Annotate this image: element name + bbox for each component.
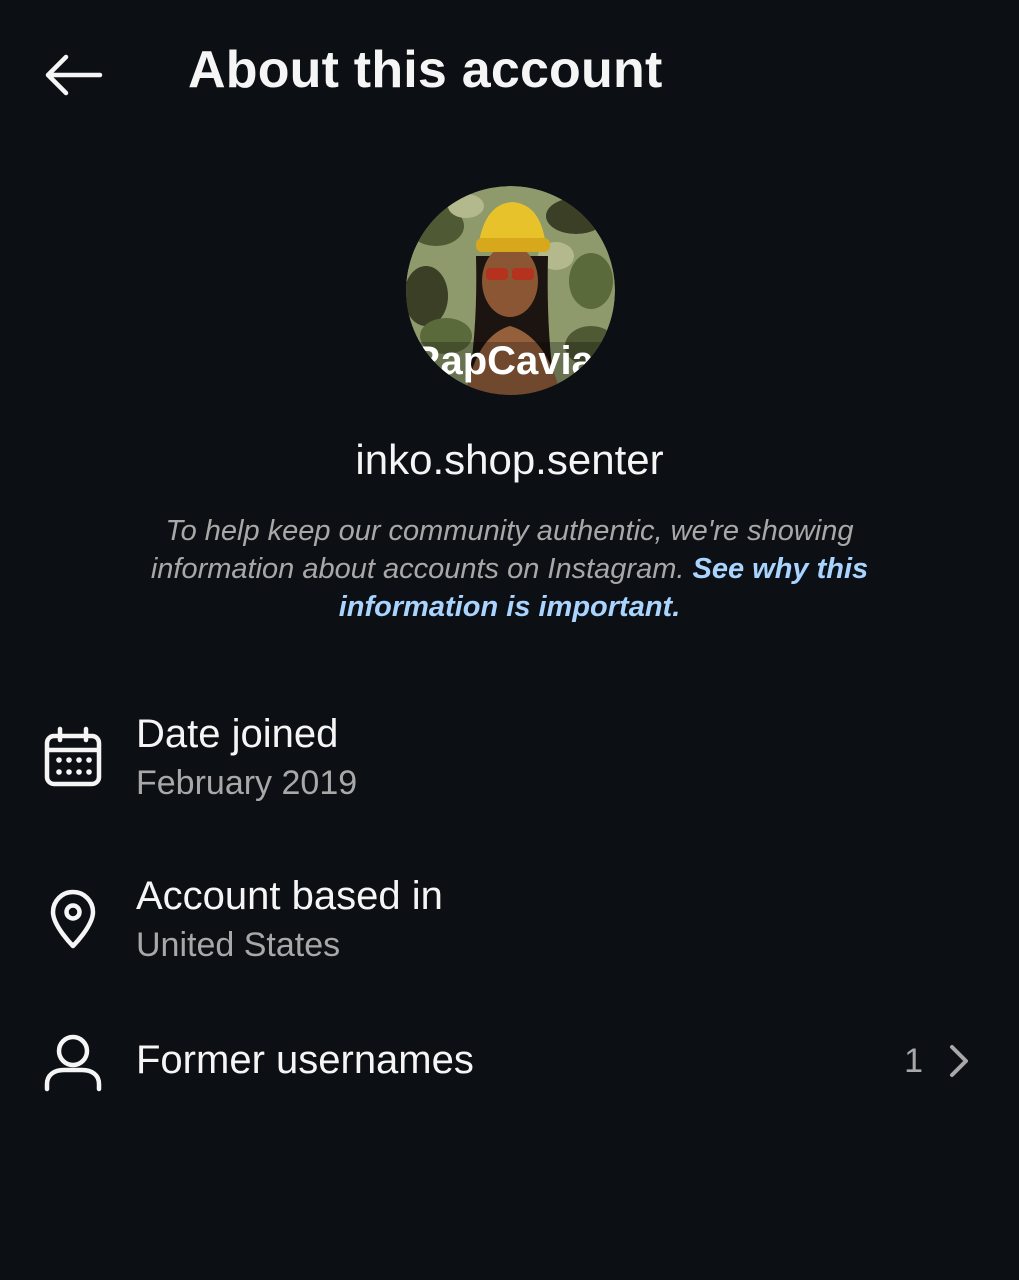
- location-pin-icon: [40, 886, 106, 952]
- account-location-label: Account based in: [136, 874, 443, 918]
- chevron-right-icon: [947, 1044, 971, 1083]
- user-icon: [40, 1028, 106, 1094]
- former-usernames-label: Former usernames: [136, 1038, 474, 1082]
- calendar-icon: [40, 722, 106, 792]
- authenticity-notice: To help keep our community authentic, we…: [100, 512, 919, 626]
- avatar-text: RapCaviar: [412, 339, 610, 383]
- former-usernames-row[interactable]: Former usernames 1: [0, 1024, 1019, 1098]
- former-usernames-count: 1: [904, 1042, 923, 1080]
- date-joined-row: Date joined February 2019: [0, 706, 1019, 816]
- account-location-value: United States: [136, 926, 341, 964]
- page-title: About this account: [188, 41, 663, 99]
- back-button[interactable]: [38, 48, 108, 102]
- username: inko.shop.senter: [355, 436, 664, 483]
- account-location-row: Account based in United States: [0, 868, 1019, 978]
- date-joined-value: February 2019: [136, 764, 358, 802]
- top-app-bar: About this account: [0, 0, 1019, 150]
- date-joined-label: Date joined: [136, 712, 339, 756]
- avatar[interactable]: RapCaviar: [406, 186, 615, 395]
- arrow-left-icon: [45, 54, 103, 96]
